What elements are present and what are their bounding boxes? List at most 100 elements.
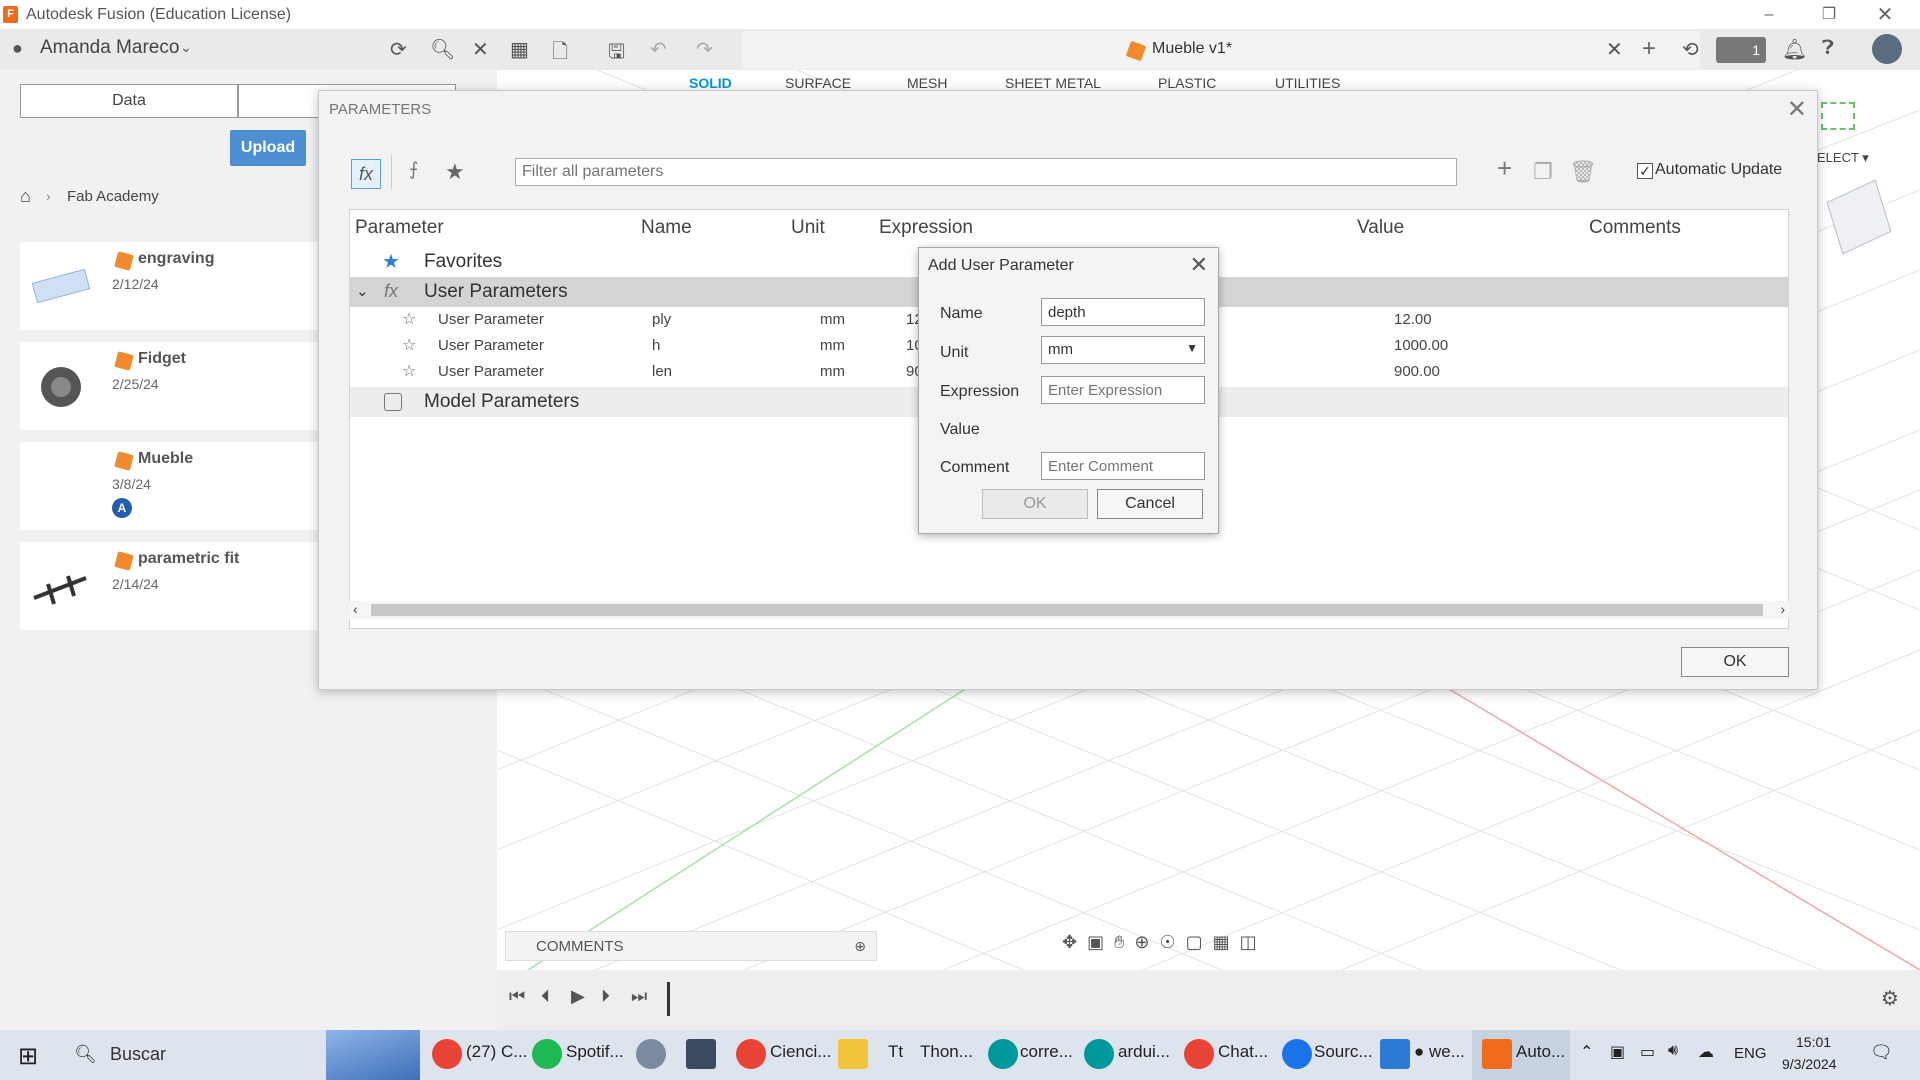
star-outline-icon[interactable]: ☆ (402, 361, 416, 381)
volume-icon[interactable]: 🔊︎ (1668, 1042, 1678, 1060)
list-item[interactable]: Fidget 2/25/24 (20, 342, 320, 430)
comments-panel[interactable]: COMMENTS ⊕ (505, 931, 877, 961)
save-icon[interactable]: 🖫︎ (608, 37, 625, 71)
zoom-icon[interactable]: ⊕ (1134, 932, 1159, 952)
chrome-icon[interactable] (432, 1039, 462, 1069)
file-explorer-icon[interactable] (838, 1039, 868, 1069)
filter-input[interactable] (515, 158, 1457, 186)
minimize-button[interactable]: – (1746, 3, 1792, 27)
thonny-icon[interactable]: Tt (888, 1042, 903, 1062)
horizontal-scrollbar[interactable]: ‹ › (349, 601, 1789, 619)
windows-start-icon[interactable]: ⊞ (18, 1042, 38, 1071)
tab-data[interactable]: Data (20, 84, 238, 118)
taskbar-app[interactable]: Spotif... (566, 1042, 624, 1062)
viewports-icon[interactable]: ◫ (1240, 932, 1267, 952)
unit-select[interactable]: mm ▼ (1041, 336, 1205, 364)
gear-icon[interactable]: ⚙ (1881, 986, 1899, 1011)
new-tab-icon[interactable]: + (1642, 35, 1656, 63)
close-panel-icon[interactable]: ✕ (472, 37, 489, 62)
avatar[interactable] (1872, 34, 1902, 64)
redo-icon[interactable]: ↷ (696, 37, 713, 62)
delete-icon[interactable]: 🗑︎ (1569, 159, 1597, 185)
function-filter-icon[interactable]: fx (351, 159, 381, 189)
fusion-taskbar-icon[interactable] (1482, 1039, 1512, 1069)
copy-icon[interactable]: ❐ (1533, 159, 1553, 185)
automatic-update-checkbox[interactable]: ✓ (1637, 163, 1653, 179)
search-icon[interactable]: 🔍︎ (74, 1044, 97, 1065)
notifications-icon[interactable]: 🗨︎ (1870, 1042, 1893, 1063)
job-status-badge[interactable]: 1 (1716, 37, 1766, 63)
search-icon[interactable]: 🔍︎ (430, 37, 455, 62)
expression-field[interactable] (1041, 376, 1205, 404)
spotify-icon[interactable] (532, 1039, 562, 1069)
scroll-right-icon[interactable]: › (1780, 601, 1785, 617)
arduino-ide-icon[interactable] (1084, 1039, 1114, 1069)
user-name-menu[interactable]: Amanda Mareco (40, 37, 179, 59)
favorite-filter-icon[interactable]: ★ (445, 159, 465, 185)
column-header[interactable]: Comments (1589, 217, 1681, 239)
file-menu-icon[interactable]: 🗋︎ (552, 37, 568, 71)
display-settings-icon[interactable]: ▢ (1186, 932, 1213, 952)
paint-icon[interactable] (636, 1039, 666, 1069)
breadcrumb[interactable]: Fab Academy (67, 188, 159, 205)
taskbar-app[interactable]: ardui... (1118, 1042, 1170, 1062)
list-item[interactable]: Mueble 3/8/24 A (20, 442, 320, 530)
timeline-marker[interactable] (667, 982, 670, 1016)
last-frame-icon[interactable]: ⏭︎ (631, 986, 647, 1007)
taskbar-app[interactable]: Chat... (1218, 1042, 1268, 1062)
network-icon[interactable]: ▣ (1610, 1042, 1625, 1062)
arduino-icon[interactable] (988, 1039, 1018, 1069)
scrollbar-thumb[interactable] (371, 604, 1763, 616)
list-item[interactable]: parametric fit 2/14/24 (20, 542, 320, 630)
scroll-left-icon[interactable]: ‹ (353, 601, 358, 617)
chevron-down-icon[interactable]: ⌄ (180, 39, 192, 56)
close-icon[interactable]: ✕ (1787, 95, 1807, 124)
clock-time[interactable]: 15:01 (1796, 1034, 1831, 1050)
taskbar-search[interactable]: Buscar (110, 1044, 166, 1065)
play-icon[interactable]: ▶︎ (571, 986, 585, 1007)
tab-mesh[interactable]: MESH (907, 75, 947, 91)
help-icon[interactable]: ❓︎ (1822, 37, 1834, 60)
previous-step-icon[interactable]: ⏴︎ (541, 986, 550, 1007)
tab-plastic[interactable]: PLASTIC (1158, 75, 1216, 91)
select-icon[interactable] (1821, 102, 1855, 130)
pan-icon[interactable]: ✋︎ (1114, 932, 1134, 952)
calculator-icon[interactable] (686, 1039, 716, 1069)
taskbar-app[interactable]: Cienci... (770, 1042, 831, 1062)
user-filter-icon[interactable]: ⨍ (409, 159, 418, 180)
first-frame-icon[interactable]: ⏮︎ (509, 986, 525, 1007)
tab-surface[interactable]: SURFACE (785, 75, 851, 91)
taskbar-app[interactable]: ● we... (1414, 1042, 1465, 1062)
extensions-icon[interactable]: ⟲ (1682, 37, 1699, 62)
fit-icon[interactable]: ☉ (1159, 932, 1185, 952)
cancel-button[interactable]: Cancel (1097, 489, 1203, 519)
taskbar-app[interactable]: corre... (1020, 1042, 1073, 1062)
close-tab-icon[interactable]: ✕ (1606, 37, 1623, 62)
language-indicator[interactable]: ENG (1734, 1045, 1767, 1062)
ok-button[interactable]: OK (982, 489, 1088, 519)
clock-date[interactable]: 9/3/2024 (1782, 1056, 1837, 1072)
tab-sheet-metal[interactable]: SHEET METAL (1005, 75, 1101, 91)
next-step-icon[interactable]: ⏵︎ (601, 986, 610, 1007)
chevron-down-icon[interactable]: ⌄ (356, 282, 369, 300)
document-tab[interactable]: Mueble v1* ✕ + (742, 31, 1700, 69)
tab-utilities[interactable]: UTILITIES (1275, 75, 1340, 91)
battery-icon[interactable]: ▭ (1640, 1042, 1655, 1062)
taskbar-app[interactable]: (27) C... (466, 1042, 527, 1062)
orbit-icon[interactable]: ✥ (1062, 932, 1087, 952)
look-at-icon[interactable]: ▣ (1087, 932, 1114, 952)
tab-solid[interactable]: SOLID (689, 75, 732, 91)
list-item[interactable]: engraving 2/12/24 (20, 242, 320, 330)
bell-icon[interactable]: 🔔︎ (1782, 37, 1807, 62)
close-icon[interactable]: ✕ (1190, 252, 1208, 278)
add-parameter-icon[interactable]: + (1497, 153, 1512, 184)
vscode-icon[interactable] (1380, 1039, 1410, 1069)
column-header[interactable]: Expression (879, 217, 973, 239)
column-header[interactable]: Unit (791, 217, 825, 239)
cloud-icon[interactable]: ☁ (1698, 1042, 1714, 1062)
comment-field[interactable] (1041, 452, 1205, 480)
chrome-profile-icon[interactable] (736, 1039, 766, 1069)
add-comment-icon[interactable]: ⊕ (854, 938, 866, 955)
column-header[interactable]: Parameter (355, 217, 444, 239)
upload-button[interactable]: Upload (230, 130, 306, 166)
